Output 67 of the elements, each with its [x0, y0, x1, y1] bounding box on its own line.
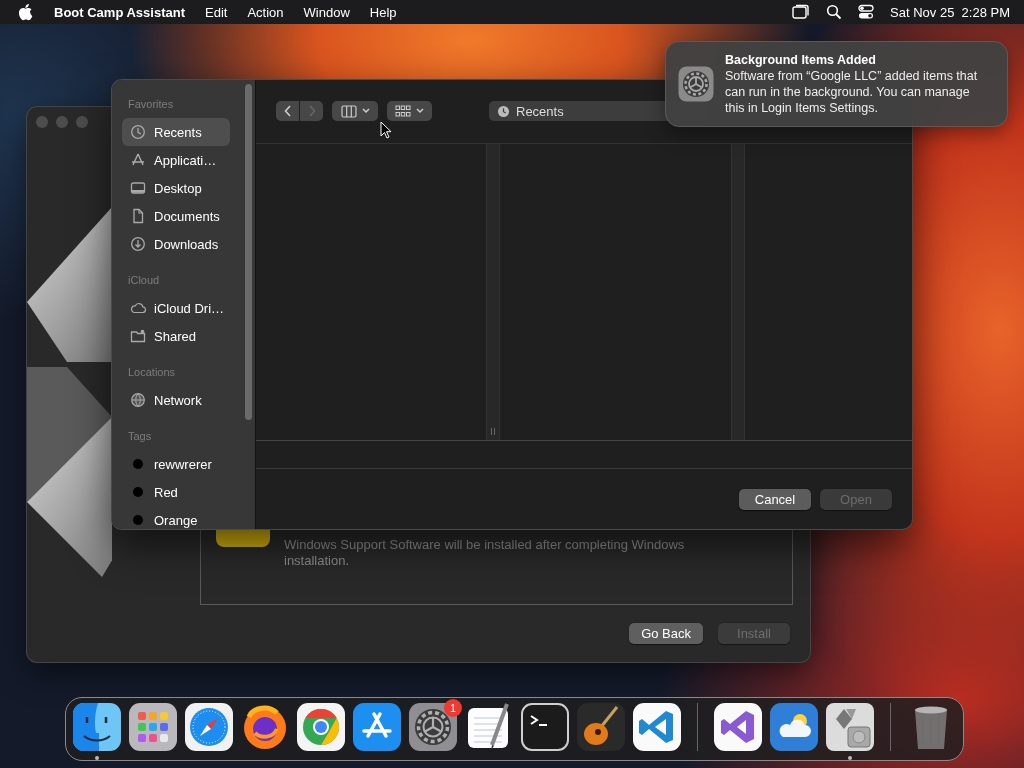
- menu-item[interactable]: Help: [369, 4, 397, 20]
- group-button[interactable]: [387, 101, 432, 121]
- dialog-button[interactable]: Cancel: [739, 488, 811, 510]
- sidebar-item[interactable]: Red: [122, 478, 230, 506]
- notification-toast[interactable]: Background Items Added Software from “Google LLC” added items that can run in the background. You can manage this in Login Items Settings.: [665, 41, 1008, 127]
- cloud-sun-icon[interactable]: [770, 703, 818, 751]
- sidebar-item[interactable]: Shared: [122, 322, 230, 350]
- a-letter-icon[interactable]: [353, 703, 401, 751]
- a-letter-icon: [130, 152, 146, 168]
- chevron-left-icon: [283, 105, 292, 117]
- notification-message: Software from “Google LLC” added items that can run in the background. You can manage this in Login Items Settings.: [725, 68, 979, 116]
- mouse-pointer-icon: [380, 121, 392, 139]
- warning-icon: [216, 530, 270, 547]
- sidebar-item[interactable]: Applicati…: [122, 146, 230, 174]
- sidebar-item[interactable]: Desktop: [122, 174, 230, 202]
- smiling-face-icon[interactable]: [73, 703, 121, 751]
- screen-mirroring-icon[interactable]: [792, 4, 811, 20]
- dialog-button[interactable]: Go Back: [629, 623, 703, 644]
- caret-icon: [416, 108, 424, 114]
- clock-icon: [497, 104, 510, 118]
- download-icon: [130, 236, 146, 252]
- chevron-right-icon: [307, 105, 316, 117]
- sidebar-item[interactable]: Recents: [122, 118, 230, 146]
- compass-icon[interactable]: [185, 703, 233, 751]
- sidebar-heading: iCloud: [128, 273, 161, 288]
- notification-badge: 1: [444, 699, 462, 717]
- gear-icon[interactable]: [409, 703, 457, 751]
- sidebar-item[interactable]: Documents: [122, 202, 230, 230]
- toggle-switches-icon[interactable]: [858, 4, 875, 20]
- folder-icon: [130, 328, 146, 344]
- menu-item[interactable]: Action: [247, 4, 284, 20]
- gear-icon: [678, 66, 714, 102]
- menu-item[interactable]: Window: [303, 4, 350, 20]
- sidebar-heading: Favorites: [128, 97, 175, 112]
- terminal-icon[interactable]: [521, 703, 569, 751]
- document-icon: [130, 208, 146, 224]
- sidebar-item[interactable]: rewwrerer: [122, 450, 230, 478]
- monitor-icon: [130, 180, 146, 196]
- install-message: Windows Support Software will be installed after completing Windows installation.: [284, 537, 686, 570]
- sidebar-item[interactable]: Orange: [122, 506, 230, 529]
- view-mode-button[interactable]: [332, 101, 378, 121]
- ribbon-icon[interactable]: [633, 703, 681, 751]
- app-menu[interactable]: Boot Camp Assistant: [54, 4, 185, 20]
- columns-icon: [340, 104, 357, 118]
- apple-icon[interactable]: [18, 3, 34, 21]
- menu-bar-clock[interactable]: Sat Nov 25 2:28 PM: [890, 4, 1010, 20]
- clock-icon: [130, 124, 146, 140]
- globe-icon: [130, 392, 146, 408]
- menu-item[interactable]: Edit: [205, 4, 228, 20]
- notification-title: Background Items Added: [725, 52, 877, 68]
- sidebar-item[interactable]: Downloads: [122, 230, 230, 258]
- back-button[interactable]: [276, 101, 299, 121]
- guitar-icon[interactable]: [577, 703, 625, 751]
- sidebar-item[interactable]: Network: [122, 386, 230, 414]
- caret-icon: [361, 108, 370, 114]
- sidebar-item[interactable]: iCloud Dri…: [122, 294, 230, 322]
- fox-globe-icon[interactable]: [241, 703, 289, 751]
- search-icon[interactable]: [826, 4, 843, 20]
- scroll-bar[interactable]: [245, 84, 252, 420]
- grid-icon: [395, 105, 411, 117]
- sidebar-heading: Locations: [128, 365, 177, 380]
- infinity-ribbon-icon[interactable]: [714, 703, 762, 751]
- cloud-icon: [130, 300, 146, 316]
- app-grid-icon[interactable]: [129, 703, 177, 751]
- tricolor-ring-icon[interactable]: [297, 703, 345, 751]
- resize-grip-icon: [490, 427, 496, 436]
- sidebar-heading: Tags: [128, 429, 153, 444]
